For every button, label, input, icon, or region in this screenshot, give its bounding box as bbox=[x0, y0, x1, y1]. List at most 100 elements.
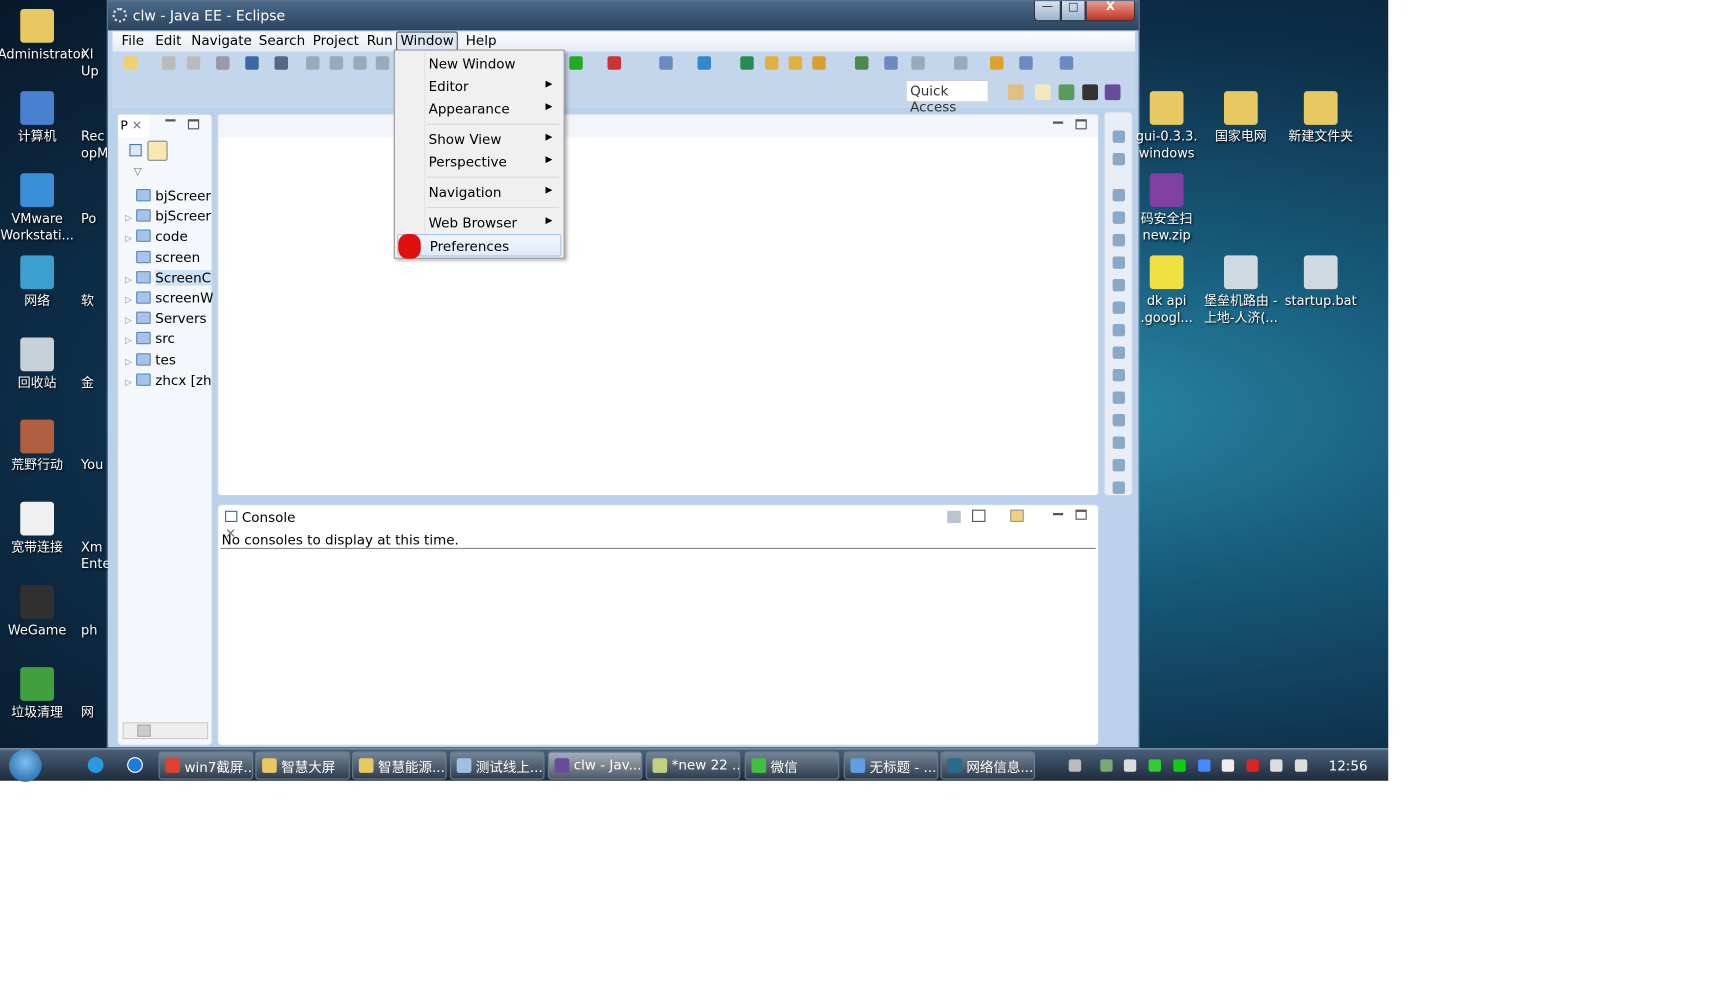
desktop-icon[interactable]: 网络 bbox=[0, 255, 77, 309]
desktop-icon[interactable]: 计算机 bbox=[0, 91, 77, 145]
menu-item-appearance[interactable]: Appearance ▶ bbox=[397, 98, 561, 121]
desktop-icon[interactable]: 金 bbox=[81, 375, 108, 392]
minimize-button[interactable]: — bbox=[1033, 1, 1061, 22]
menu-item-show-view[interactable]: Show View ▶ bbox=[397, 128, 561, 151]
desktop-icon[interactable]: 软 bbox=[81, 293, 108, 310]
toolbar-button-icon[interactable] bbox=[765, 56, 779, 70]
expand-arrow-icon[interactable]: ▷ bbox=[125, 295, 136, 305]
maximize-view-icon[interactable] bbox=[187, 119, 200, 130]
kugou-icon[interactable] bbox=[127, 757, 143, 773]
view-shortcut-icon[interactable] bbox=[1112, 153, 1125, 166]
tree-item[interactable]: ▷ Servers bbox=[125, 311, 213, 331]
view-shortcut-icon[interactable] bbox=[1112, 130, 1125, 143]
desktop-icon[interactable]: 网 bbox=[81, 704, 108, 721]
toolbar-button-icon[interactable] bbox=[911, 56, 925, 70]
desktop-icon[interactable]: Rec opM bbox=[81, 128, 108, 162]
tray-icon[interactable] bbox=[1123, 759, 1137, 772]
horizontal-scrollbar[interactable] bbox=[122, 722, 209, 740]
tree-item[interactable]: ▷ ScreenC bbox=[125, 269, 213, 290]
desktop-icon[interactable]: Administrator bbox=[0, 9, 86, 63]
view-shortcut-icon[interactable] bbox=[1112, 436, 1125, 449]
toolbar-button-icon[interactable] bbox=[607, 56, 621, 70]
tree-item[interactable]: ▷ screenW bbox=[125, 290, 213, 310]
toolbar-button-icon[interactable] bbox=[329, 56, 344, 70]
desktop-icon[interactable]: You bbox=[81, 457, 108, 474]
maximize-button[interactable]: □ bbox=[1060, 1, 1086, 22]
tray-icon[interactable] bbox=[1246, 759, 1259, 772]
tree-item[interactable]: ▷ src bbox=[125, 331, 213, 351]
close-icon[interactable]: ✕ bbox=[132, 118, 142, 133]
tree-item[interactable]: ▷ code bbox=[125, 229, 213, 249]
toolbar-button-icon[interactable] bbox=[990, 56, 1004, 70]
tree-item[interactable]: ▷ tes bbox=[125, 352, 213, 372]
start-button[interactable] bbox=[9, 749, 42, 782]
toolbar-button-icon[interactable] bbox=[186, 56, 201, 70]
open-console-icon[interactable] bbox=[1010, 509, 1024, 522]
desktop-icon[interactable]: 垃圾清理 bbox=[0, 667, 77, 721]
tray-icon[interactable] bbox=[1294, 759, 1308, 772]
tab-console[interactable]: Console ✕ bbox=[221, 506, 313, 541]
menu-item-web-browser[interactable]: Web Browser ▶ bbox=[397, 212, 561, 235]
taskbar-button[interactable]: clw - Jav... bbox=[547, 751, 643, 780]
taskbar-button[interactable]: 网络信息... bbox=[940, 751, 1035, 780]
view-shortcut-icon[interactable] bbox=[1112, 459, 1125, 472]
menu-search[interactable]: Search bbox=[255, 33, 308, 49]
pin-console-icon[interactable] bbox=[947, 510, 961, 524]
maximize-editor-icon[interactable] bbox=[1075, 119, 1087, 130]
close-button[interactable]: X bbox=[1085, 1, 1136, 22]
toolbar-button-icon[interactable] bbox=[697, 56, 711, 70]
desktop-icon[interactable]: 国家电网 bbox=[1202, 91, 1281, 145]
desktop-icon[interactable]: gui-0.3.3. windows bbox=[1127, 91, 1206, 162]
view-shortcut-icon[interactable] bbox=[1112, 189, 1125, 202]
expand-arrow-icon[interactable]: ▷ bbox=[125, 315, 136, 325]
maximize-console-icon[interactable] bbox=[1075, 509, 1087, 520]
expand-arrow-icon[interactable]: ▷ bbox=[125, 356, 136, 366]
menu-window[interactable]: Window bbox=[396, 31, 459, 51]
minimize-editor-icon[interactable] bbox=[1053, 121, 1064, 124]
toolbar-button-icon[interactable] bbox=[162, 56, 176, 70]
tree-item[interactable]: bjScreer bbox=[125, 188, 213, 208]
perspective-icon[interactable] bbox=[1082, 84, 1098, 101]
desktop-icon[interactable]: 回收站 bbox=[0, 337, 77, 392]
toolbar-button-icon[interactable] bbox=[659, 56, 673, 70]
taskbar-button[interactable]: 智慧大屏 bbox=[255, 751, 350, 780]
desktop-icon[interactable]: 堡垒机路由 - 上地-人济(... bbox=[1202, 255, 1281, 326]
desktop-icon[interactable]: dk api .googl... bbox=[1127, 255, 1206, 326]
perspective-icon[interactable] bbox=[1058, 84, 1075, 101]
toolbar-button-icon[interactable] bbox=[375, 56, 390, 70]
tray-icon[interactable] bbox=[1221, 759, 1235, 772]
desktop-icon[interactable]: Xl Up bbox=[81, 46, 108, 80]
view-menu-icon[interactable]: ▽ bbox=[134, 167, 142, 178]
menu-navigate[interactable]: Navigate bbox=[188, 33, 255, 49]
toolbar-button-icon[interactable] bbox=[1019, 56, 1033, 70]
menu-edit[interactable]: Edit bbox=[152, 33, 185, 49]
toolbar-button-icon[interactable] bbox=[855, 56, 869, 70]
toolbar-button-icon[interactable] bbox=[740, 56, 754, 70]
view-shortcut-icon[interactable] bbox=[1112, 369, 1125, 382]
view-shortcut-icon[interactable] bbox=[1112, 301, 1125, 314]
clock[interactable]: 12:56 bbox=[1329, 758, 1368, 774]
tree-item[interactable]: ▷ bjScreer bbox=[125, 208, 213, 228]
toolbar-button-icon[interactable] bbox=[216, 56, 230, 70]
toolbar-button-icon[interactable] bbox=[1059, 56, 1074, 70]
menu-item-new-window[interactable]: New Window bbox=[397, 53, 561, 76]
tray-icon[interactable] bbox=[1270, 759, 1283, 772]
desktop-icon[interactable]: WeGame bbox=[0, 585, 77, 639]
taskbar-button[interactable]: win7截屏... bbox=[158, 751, 254, 780]
taskbar-button[interactable]: 无标题 - ... bbox=[843, 751, 939, 780]
view-shortcut-icon[interactable] bbox=[1112, 324, 1125, 337]
view-shortcut-icon[interactable] bbox=[1112, 279, 1125, 292]
taskbar-button[interactable]: 测试线上... bbox=[450, 751, 545, 780]
tray-icon[interactable] bbox=[1173, 759, 1186, 772]
perspective-icon[interactable] bbox=[1035, 84, 1051, 101]
tree-item[interactable]: ▷ zhcx [zh bbox=[125, 372, 213, 392]
display-console-icon[interactable] bbox=[972, 509, 986, 522]
desktop-icon[interactable]: 新建文件夹 bbox=[1281, 91, 1360, 145]
menu-file[interactable]: File bbox=[118, 33, 147, 49]
view-shortcut-icon[interactable] bbox=[1112, 211, 1125, 224]
taskbar-button[interactable]: *new 22 ... bbox=[645, 751, 741, 780]
menu-help[interactable]: Help bbox=[462, 33, 500, 49]
toolbar-button-icon[interactable] bbox=[353, 56, 367, 70]
collapse-all-icon[interactable] bbox=[129, 144, 142, 157]
expand-arrow-icon[interactable]: ▷ bbox=[125, 274, 136, 284]
